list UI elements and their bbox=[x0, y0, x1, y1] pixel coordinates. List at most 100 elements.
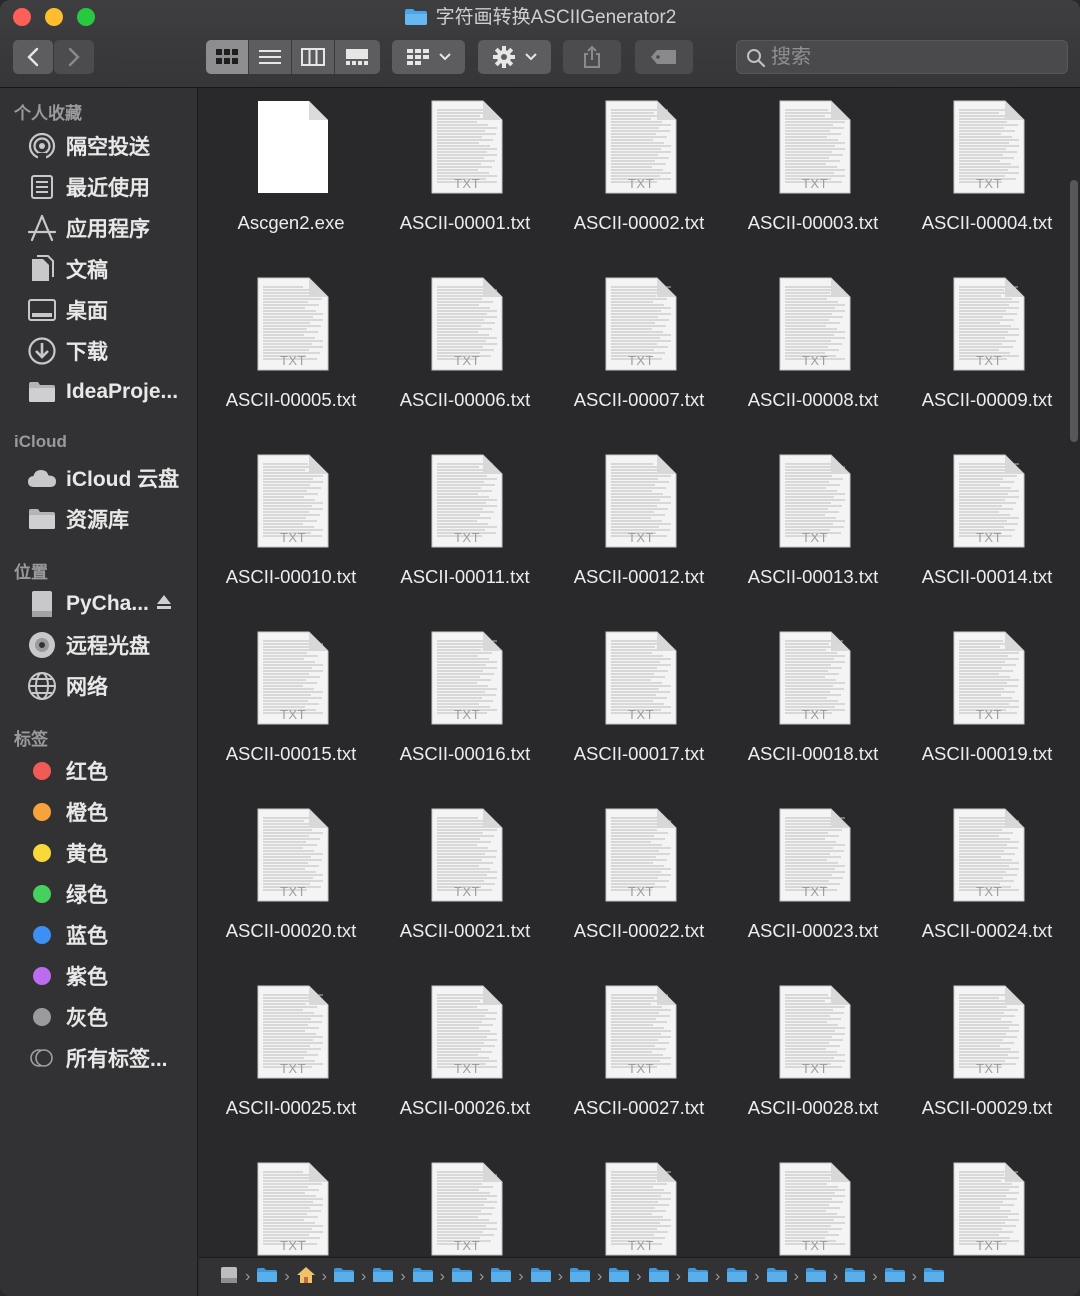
path-crumb[interactable]: › bbox=[530, 1267, 563, 1288]
sidebar-item-remote-disc[interactable]: 远程光盘 bbox=[26, 627, 194, 663]
list-view-button[interactable] bbox=[249, 40, 292, 74]
file-type-badge: TXT bbox=[279, 1238, 307, 1253]
file-name: ASCII-00013.txt bbox=[747, 566, 879, 587]
share-button[interactable] bbox=[563, 40, 621, 74]
sidebar-item-label: 网络 bbox=[66, 676, 108, 699]
gallery-view-button[interactable] bbox=[335, 40, 378, 74]
file-item[interactable]: TXT ASCII-00024.txt bbox=[902, 796, 1072, 966]
icon-view-button[interactable] bbox=[206, 40, 249, 74]
sidebar-item-ideaprojects[interactable]: IdeaProje... bbox=[26, 374, 194, 410]
file-name: ASCII-00023.txt bbox=[747, 920, 879, 941]
file-item[interactable]: TXT bbox=[380, 1150, 550, 1256]
sidebar-item-desktop[interactable]: 桌面 bbox=[26, 292, 194, 328]
path-crumb[interactable]: › bbox=[372, 1267, 406, 1288]
forward-button[interactable] bbox=[54, 40, 94, 74]
file-item[interactable]: TXT ASCII-00004.txt bbox=[902, 88, 1072, 258]
file-type-badge: TXT bbox=[801, 530, 829, 545]
file-item[interactable]: TXT ASCII-00017.txt bbox=[554, 619, 724, 789]
path-crumb[interactable]: › bbox=[569, 1267, 602, 1288]
file-item[interactable]: TXT ASCII-00027.txt bbox=[554, 973, 724, 1143]
file-item[interactable]: TXT ASCII-00020.txt bbox=[206, 796, 376, 966]
file-item[interactable]: TXT bbox=[554, 1150, 724, 1256]
file-item[interactable]: TXT bbox=[902, 1150, 1072, 1256]
search-field[interactable] bbox=[736, 40, 1068, 74]
sidebar-item-network[interactable]: 网络 bbox=[26, 668, 194, 704]
sidebar-item-documents[interactable]: 文稿 bbox=[26, 251, 194, 287]
eject-icon[interactable] bbox=[156, 594, 172, 615]
file-item[interactable]: TXT bbox=[728, 1150, 898, 1256]
file-item[interactable]: TXT ASCII-00012.txt bbox=[554, 442, 724, 612]
sidebar-item-all-tags[interactable]: 所有标签... bbox=[26, 1040, 194, 1076]
file-item[interactable]: TXT ASCII-00007.txt bbox=[554, 265, 724, 435]
sidebar-item-recents[interactable]: 最近使用 bbox=[26, 169, 194, 205]
sidebar-item-label: 蓝色 bbox=[66, 925, 108, 948]
file-item[interactable]: TXT ASCII-00003.txt bbox=[728, 88, 898, 258]
path-crumb[interactable]: › bbox=[608, 1267, 642, 1288]
edit-tags-button[interactable] bbox=[635, 40, 693, 74]
path-crumb[interactable]: › bbox=[648, 1267, 681, 1288]
sidebar-item-tag-orange[interactable]: 橙色 bbox=[26, 794, 194, 830]
path-crumb[interactable]: › bbox=[451, 1267, 484, 1288]
group-by-button[interactable] bbox=[392, 40, 465, 74]
file-item[interactable]: TXT ASCII-00002.txt bbox=[554, 88, 724, 258]
file-item[interactable]: TXT ASCII-00028.txt bbox=[728, 973, 898, 1143]
path-crumb[interactable]: › bbox=[844, 1267, 878, 1288]
back-button[interactable] bbox=[13, 40, 53, 74]
file-item[interactable]: TXT bbox=[206, 1150, 376, 1256]
search-input[interactable] bbox=[771, 44, 1061, 70]
sidebar-item-tag-green[interactable]: 绿色 bbox=[26, 876, 194, 912]
file-item[interactable]: TXT ASCII-00005.txt bbox=[206, 265, 376, 435]
sidebar-item-tag-red[interactable]: 红色 bbox=[26, 753, 194, 789]
file-item[interactable]: TXT ASCII-00014.txt bbox=[902, 442, 1072, 612]
file-item[interactable]: TXT ASCII-00026.txt bbox=[380, 973, 550, 1143]
file-item[interactable]: TXT ASCII-00029.txt bbox=[902, 973, 1072, 1143]
file-item[interactable]: TXT ASCII-00008.txt bbox=[728, 265, 898, 435]
path-crumb[interactable]: › bbox=[687, 1267, 720, 1288]
chevron-right-icon: › bbox=[714, 1268, 721, 1285]
sidebar-item-library[interactable]: 资源库 bbox=[26, 501, 194, 537]
file-item[interactable]: TXT ASCII-00011.txt bbox=[380, 442, 550, 612]
sidebar-item-tag-yellow[interactable]: 黄色 bbox=[26, 835, 194, 871]
file-type-badge: TXT bbox=[975, 353, 1003, 368]
path-crumb[interactable]: › bbox=[296, 1266, 327, 1289]
sidebar-item-tag-gray[interactable]: 灰色 bbox=[26, 999, 194, 1035]
path-crumb[interactable]: › bbox=[805, 1267, 838, 1288]
chevron-down-icon bbox=[525, 53, 537, 61]
applications-icon bbox=[26, 212, 58, 244]
file-item[interactable]: TXT ASCII-00018.txt bbox=[728, 619, 898, 789]
file-item[interactable]: TXT ASCII-00015.txt bbox=[206, 619, 376, 789]
file-item[interactable]: TXT ASCII-00019.txt bbox=[902, 619, 1072, 789]
path-crumb[interactable]: › bbox=[333, 1267, 366, 1288]
file-item[interactable]: TXT ASCII-00016.txt bbox=[380, 619, 550, 789]
file-item[interactable]: TXT ASCII-00010.txt bbox=[206, 442, 376, 612]
path-crumb[interactable]: › bbox=[726, 1267, 760, 1288]
sidebar-item-icloud-drive[interactable]: iCloud 云盘 bbox=[26, 460, 194, 496]
path-crumb[interactable]: › bbox=[256, 1267, 290, 1288]
file-item[interactable]: Ascgen2.exe bbox=[206, 88, 376, 258]
file-item[interactable]: TXT ASCII-00013.txt bbox=[728, 442, 898, 612]
file-item[interactable]: TXT ASCII-00023.txt bbox=[728, 796, 898, 966]
file-name: ASCII-00001.txt bbox=[399, 212, 531, 233]
path-crumb[interactable]: › bbox=[219, 1266, 250, 1289]
sidebar-item-tag-purple[interactable]: 紫色 bbox=[26, 958, 194, 994]
path-crumb[interactable]: › bbox=[766, 1267, 799, 1288]
path-crumb[interactable]: › bbox=[490, 1267, 524, 1288]
path-crumb[interactable] bbox=[923, 1267, 945, 1288]
sidebar-item-tag-blue[interactable]: 蓝色 bbox=[26, 917, 194, 953]
column-view-button[interactable] bbox=[292, 40, 335, 74]
sidebar-item-pycharm-volume[interactable]: PyCha... bbox=[26, 586, 194, 622]
chevron-right-icon: › bbox=[245, 1268, 251, 1285]
path-crumb[interactable]: › bbox=[412, 1267, 445, 1288]
sidebar-item-applications[interactable]: 应用程序 bbox=[26, 210, 194, 246]
file-item[interactable]: TXT ASCII-00022.txt bbox=[554, 796, 724, 966]
file-item[interactable]: TXT ASCII-00009.txt bbox=[902, 265, 1072, 435]
file-item[interactable]: TXT ASCII-00006.txt bbox=[380, 265, 550, 435]
action-menu-button[interactable] bbox=[478, 40, 551, 74]
file-item[interactable]: TXT ASCII-00001.txt bbox=[380, 88, 550, 258]
sidebar-item-downloads[interactable]: 下载 bbox=[26, 333, 194, 369]
file-item[interactable]: TXT ASCII-00025.txt bbox=[206, 973, 376, 1143]
sidebar-section-tags: 标签 bbox=[14, 730, 48, 749]
path-crumb[interactable]: › bbox=[884, 1267, 917, 1288]
file-item[interactable]: TXT ASCII-00021.txt bbox=[380, 796, 550, 966]
sidebar-item-airdrop[interactable]: 隔空投送 bbox=[26, 128, 194, 164]
